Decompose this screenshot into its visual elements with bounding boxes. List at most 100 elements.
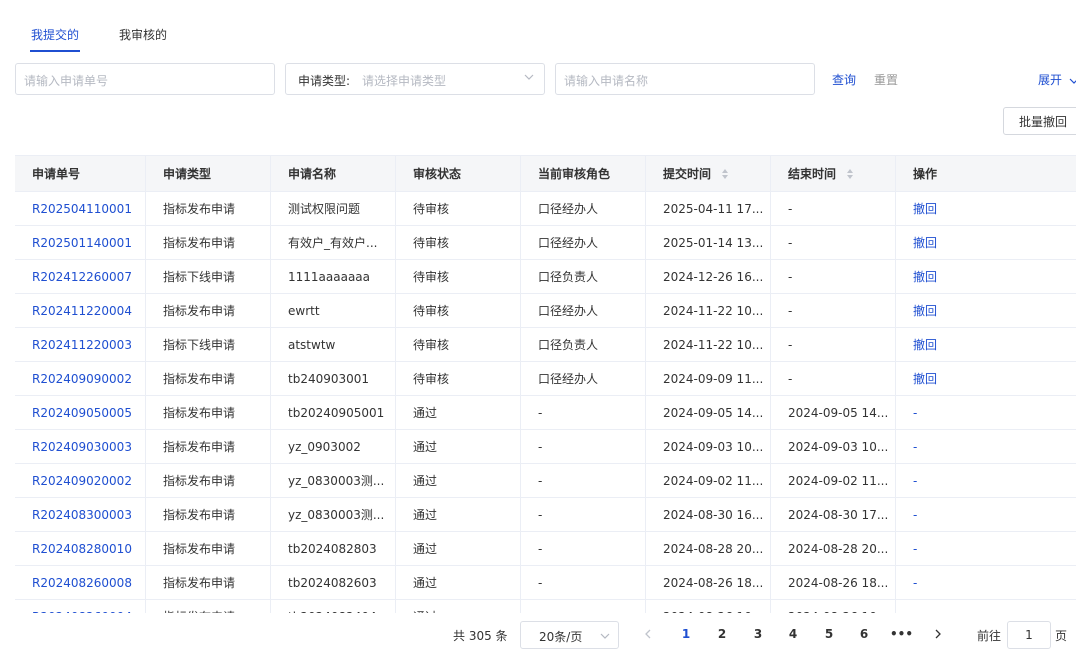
page-size-select[interactable]: 20条/页 — [520, 621, 619, 649]
order-no-cell[interactable]: R202408280010 — [15, 532, 146, 566]
prev-page-icon[interactable] — [643, 629, 653, 639]
name-cell: yz_0830003测... — [271, 464, 396, 498]
submit-time-cell: 2024-11-22 10... — [646, 294, 771, 328]
end-time-label: 结束时间 — [788, 167, 837, 181]
withdraw-link[interactable]: 撤回 — [896, 294, 1076, 328]
order-no-cell[interactable]: R202411220004 — [15, 294, 146, 328]
table-row: R202409030003 指标发布申请 yz_0903002 通过 -2024-09-… — [15, 430, 1076, 464]
query-button[interactable]: 查询 — [832, 71, 856, 88]
current-role-cell: 口径经办人 — [521, 192, 646, 226]
table-row: R202501140001 指标发布申请 有效户_有效户... 待审核 口径经办人 202… — [15, 226, 1076, 260]
order-no-placeholder: 请输入申请单号 — [24, 74, 109, 88]
current-role-cell: - — [521, 464, 646, 498]
apply-name-input[interactable]: 请输入申请名称 — [555, 63, 815, 95]
submit-time-cell: 2024-08-30 16... — [646, 498, 771, 532]
tab-my-reviewed[interactable]: 我审核的 — [119, 26, 167, 43]
tab-my-submitted[interactable]: 我提交的 — [31, 26, 79, 43]
table-header: 申请单号 申请类型 申请名称 审核状态 当前审核角色 提交时间 结束时间 操作 — [15, 156, 1076, 192]
name-cell: tb2024082404 — [271, 600, 396, 613]
order-no-cell[interactable]: R202409030003 — [15, 430, 146, 464]
order-no-cell[interactable]: R202501140001 — [15, 226, 146, 260]
table-row: R202412260007 指标下线申请 1111aaaaaaa 待审核 口径负责人 20… — [15, 260, 1076, 294]
page-suffix: 页 — [1055, 629, 1068, 643]
submit-time-cell: 2024-09-05 14... — [646, 396, 771, 430]
end-time-cell: - — [771, 192, 896, 226]
col-header-end-time[interactable]: 结束时间 — [771, 156, 896, 192]
order-no-input[interactable]: 请输入申请单号 — [15, 63, 275, 95]
type-cell: 指标发布申请 — [146, 396, 271, 430]
type-cell: 指标发布申请 — [146, 430, 271, 464]
apply-type-placeholder: 请选择申请类型 — [362, 74, 447, 88]
action-cell: - — [913, 440, 918, 454]
table-row: R202408300003 指标发布申请 yz_0830003测... 通过 -2024… — [15, 498, 1076, 532]
submit-time-cell: 2024-08-26 18... — [646, 566, 771, 600]
chevron-down-icon — [524, 74, 534, 80]
name-cell: tb2024082603 — [271, 566, 396, 600]
withdraw-link[interactable]: 撤回 — [896, 192, 1076, 226]
current-role-cell: 口径经办人 — [521, 294, 646, 328]
status-cell: 待审核 — [396, 226, 521, 260]
table-row: R202409050005 指标发布申请 tb20240905001 通过 -2024-… — [15, 396, 1076, 430]
withdraw-link[interactable]: 撤回 — [896, 260, 1076, 294]
order-no-cell[interactable]: R202504110001 — [15, 192, 146, 226]
order-no-cell[interactable]: R202411220003 — [15, 328, 146, 362]
table-row: R202409090002 指标发布申请 tb240903001 待审核 口径经办人 20… — [15, 362, 1076, 396]
name-cell: tb2024082803 — [271, 532, 396, 566]
page-number[interactable]: 1 — [676, 627, 696, 641]
withdraw-link[interactable]: 撤回 — [896, 362, 1076, 396]
apply-type-label: 申请类型: — [298, 74, 351, 88]
order-no-cell[interactable]: R202409020002 — [15, 464, 146, 498]
submit-time-cell: 2024-09-03 10... — [646, 430, 771, 464]
current-role-cell: 口径负责人 — [521, 328, 646, 362]
page-number[interactable]: 6 — [854, 627, 874, 641]
sort-icon[interactable] — [846, 168, 854, 180]
current-role-cell: - — [521, 532, 646, 566]
action-cell: - — [913, 474, 918, 488]
chevron-down-icon — [1069, 78, 1076, 84]
end-time-cell: - — [771, 260, 896, 294]
col-header-current-role: 当前审核角色 — [521, 156, 646, 192]
end-time-cell: - — [771, 294, 896, 328]
order-no-cell[interactable]: R202409050005 — [15, 396, 146, 430]
order-no-cell[interactable]: R202408260004 — [15, 600, 146, 613]
application-table: 申请单号 申请类型 申请名称 审核状态 当前审核角色 提交时间 结束时间 操作 … — [15, 155, 1076, 613]
expand-button[interactable]: 展开 — [1038, 71, 1076, 88]
order-no-cell[interactable]: R202409090002 — [15, 362, 146, 396]
order-no-cell[interactable]: R202408300003 — [15, 498, 146, 532]
order-no-cell[interactable]: R202408260008 — [15, 566, 146, 600]
type-cell: 指标发布申请 — [146, 192, 271, 226]
page-number[interactable]: 5 — [819, 627, 839, 641]
status-cell: 通过 — [396, 600, 521, 613]
type-cell: 指标发布申请 — [146, 294, 271, 328]
col-header-submit-time[interactable]: 提交时间 — [646, 156, 771, 192]
more-pages-button[interactable]: ••• — [890, 627, 913, 641]
reset-button[interactable]: 重置 — [874, 71, 898, 88]
end-time-cell: - — [771, 226, 896, 260]
end-time-cell: 2024-08-30 17... — [771, 498, 896, 532]
end-time-cell: 2024-09-03 10... — [771, 430, 896, 464]
action-cell: - — [896, 600, 1076, 613]
chevron-down-icon — [600, 633, 610, 639]
table-row: R202408260004指标发布申请tb2024082404通过-2024-0… — [15, 600, 1076, 613]
order-no-cell[interactable]: R202412260007 — [15, 260, 146, 294]
apply-type-select[interactable]: 申请类型: 请选择申请类型 — [285, 63, 545, 95]
name-cell: yz_0903002 — [271, 430, 396, 464]
batch-withdraw-button[interactable]: 批量撤回 — [1003, 107, 1076, 135]
status-cell: 通过 — [396, 464, 521, 498]
page-number[interactable]: 4 — [783, 627, 803, 641]
name-cell: tb20240905001 — [271, 396, 396, 430]
apply-name-placeholder: 请输入申请名称 — [564, 74, 649, 88]
page-number[interactable]: 2 — [712, 627, 732, 641]
status-cell: 待审核 — [396, 192, 521, 226]
status-cell: 待审核 — [396, 294, 521, 328]
active-tab-indicator — [30, 50, 80, 52]
current-role-cell: 口径负责人 — [521, 260, 646, 294]
end-time-cell: 2024-08-28 20... — [771, 532, 896, 566]
withdraw-link[interactable]: 撤回 — [896, 328, 1076, 362]
withdraw-link[interactable]: 撤回 — [896, 226, 1076, 260]
tab-bar: 我提交的 我审核的 — [0, 0, 1076, 55]
goto-page-input[interactable]: 1 — [1007, 621, 1051, 649]
next-page-icon[interactable] — [933, 629, 943, 639]
sort-icon[interactable] — [721, 168, 729, 180]
page-number[interactable]: 3 — [748, 627, 768, 641]
